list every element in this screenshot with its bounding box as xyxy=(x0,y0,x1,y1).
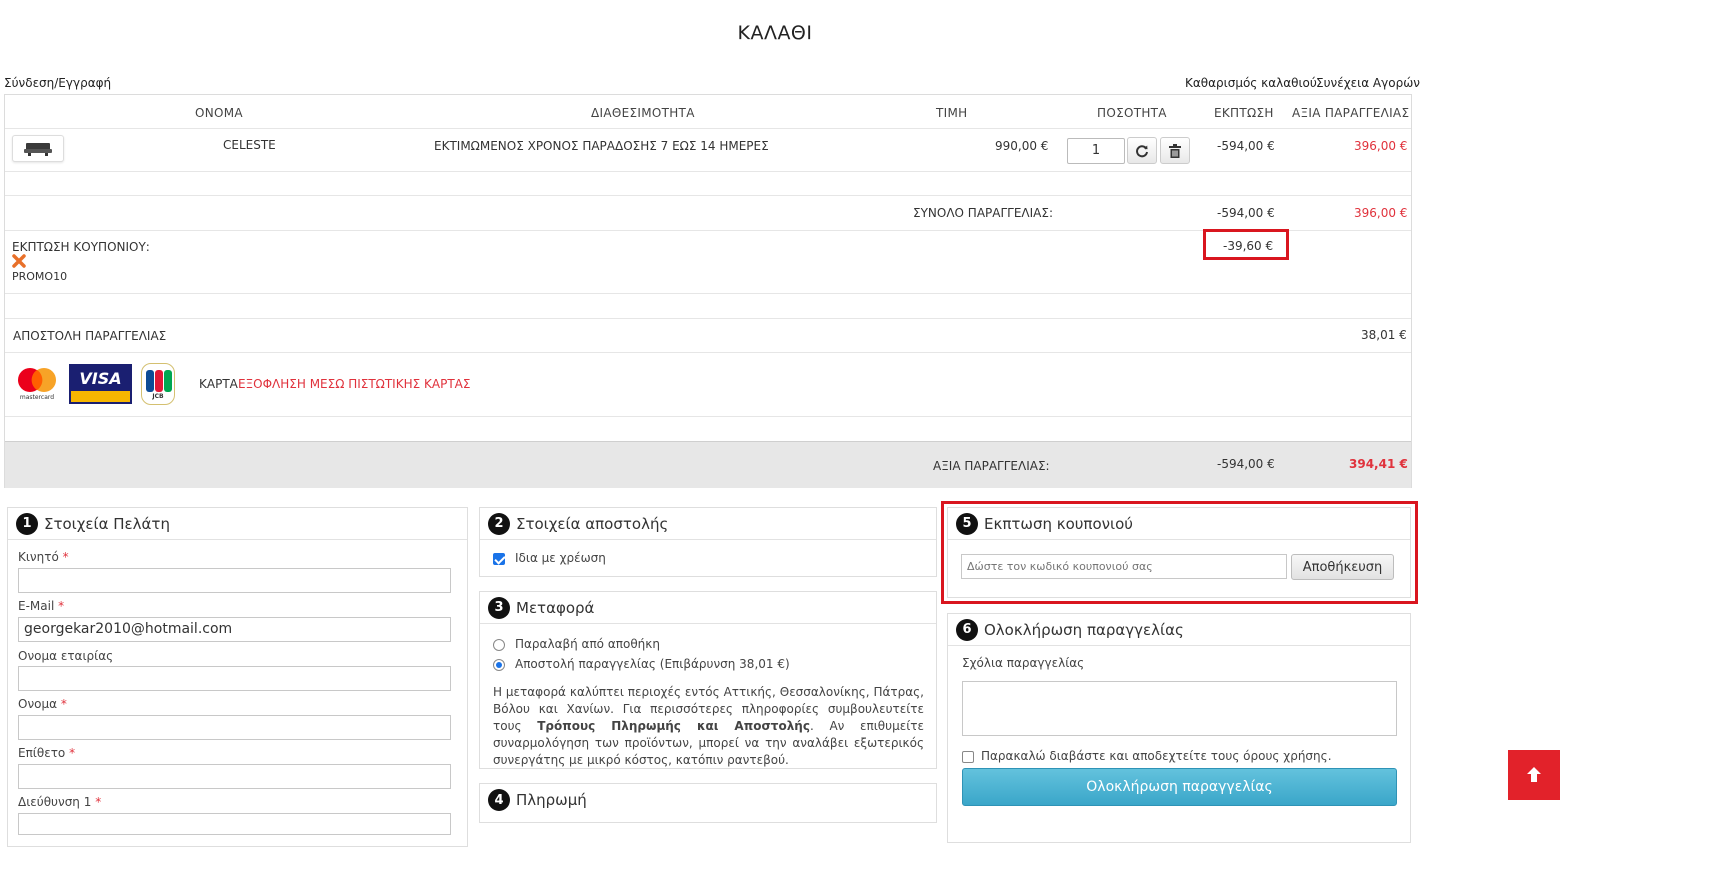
item-price: 990,00 € xyxy=(995,139,1049,153)
payment-panel: 4 Πληρωμή xyxy=(479,783,937,823)
close-icon xyxy=(12,254,26,268)
header-quantity: ΠΟΣΟΤΗΤΑ xyxy=(1097,106,1167,120)
step-number: 3 xyxy=(488,596,510,619)
mobile-label: Κινητό * xyxy=(18,550,69,564)
step-number: 1 xyxy=(16,512,38,535)
transport-header: 3 Μεταφορά xyxy=(480,592,936,624)
last-name-label: Επίθετο * xyxy=(18,746,76,760)
coupon-code-input[interactable] xyxy=(961,554,1287,579)
complete-order-header: 6 Ολοκλήρωση παραγγελίας xyxy=(948,614,1410,646)
address1-field[interactable] xyxy=(18,813,451,835)
coupon-discount-label: ΕΚΠΤΩΣΗ ΚΟΥΠΟΝΙΟΥ: xyxy=(12,240,150,254)
payment-header: 4 Πληρωμή xyxy=(480,784,936,816)
step-number: 4 xyxy=(488,789,510,811)
complete-order-button[interactable]: Ολοκλήρωση παραγγελίας xyxy=(962,768,1397,806)
item-value: 396,00 € xyxy=(1354,139,1408,153)
terms-label[interactable]: Παρακαλώ διαβάστε και αποδεχτείτε τους ό… xyxy=(981,749,1332,763)
quantity-input[interactable]: 1 xyxy=(1067,138,1125,164)
customer-details-panel: 1 Στοιχεία Πελάτη Κινητό * E-Mail * geor… xyxy=(7,507,468,847)
customer-details-header: 1 Στοιχεία Πελάτη xyxy=(8,508,467,540)
refresh-icon xyxy=(1136,144,1148,157)
page-title: ΚΑΛΑΘΙ xyxy=(737,22,813,44)
terms-checkbox[interactable] xyxy=(962,751,974,763)
step-number: 2 xyxy=(488,512,510,535)
remove-coupon-button[interactable] xyxy=(12,254,26,271)
shipping-details-header: 2 Στοιχεία αποστολής xyxy=(480,508,936,540)
mastercard-text: mastercard xyxy=(19,394,55,401)
item-availability: ΕΚΤΙΜΩΜΕΝΟΣ ΧΡΟΝΟΣ ΠΑΡΑΔΟΣΗΣ 7 ΕΩΣ 14 ΗΜ… xyxy=(434,139,769,153)
transport-info: Η μεταφορά καλύπτει περιοχές εντός Αττικ… xyxy=(493,685,924,767)
header-order-value: ΑΞΙΑ ΠΑΡΑΓΓΕΛΙΑΣ xyxy=(1292,106,1410,120)
order-total-row: ΑΞΙΑ ΠΑΡΑΓΓΕΛΙΑΣ: -594,00 € 394,41 € xyxy=(5,441,1411,488)
shipping-value: 38,01 € xyxy=(1361,328,1407,342)
first-name-field[interactable] xyxy=(18,715,451,740)
delivery-radio[interactable] xyxy=(493,659,505,671)
first-name-label: Ονομα * xyxy=(18,697,67,711)
delivery-label[interactable]: Αποστολή παραγγελίας (Επιβάρυνση 38,01 €… xyxy=(515,657,790,671)
refresh-quantity-button[interactable] xyxy=(1127,137,1157,164)
transport-title: Μεταφορά xyxy=(516,598,595,617)
mastercard-logo: mastercard xyxy=(15,365,59,403)
product-thumbnail[interactable] xyxy=(12,135,64,162)
coupon-save-button[interactable]: Αποθήκευση xyxy=(1291,554,1394,580)
product-image-icon xyxy=(24,142,52,156)
same-as-billing-label[interactable]: Ιδια με χρέωση xyxy=(515,551,606,565)
total-value: 394,41 € xyxy=(1349,457,1408,471)
header-availability: ΔΙΑΘΕΣΙΜΟΤΗΤΑ xyxy=(591,106,695,120)
visa-logo: VISA xyxy=(69,364,132,404)
subtotal-discount: -594,00 € xyxy=(1217,206,1275,220)
pickup-radio[interactable] xyxy=(493,639,505,651)
payment-title: Πληρωμή xyxy=(516,791,587,809)
payment-shipping-terms-link[interactable]: Τρόπους Πληρωμής και Αποστολής xyxy=(537,719,810,733)
company-label: Ονομα εταιρίας xyxy=(18,649,114,663)
payment-method: ΕΞΟΦΛΗΣΗ ΜΕΣΩ ΠΙΣΤΩΤΙΚΗΣ ΚΑΡΤΑΣ xyxy=(238,377,471,391)
coupon-panel: 5 Εκπτωση κουπονιού Αποθήκευση xyxy=(947,507,1411,598)
payment-label: ΚΑΡΤΑ xyxy=(199,377,238,391)
subtotal-label: ΣΥΝΟΛΟ ΠΑΡΑΓΓΕΛΙΑΣ: xyxy=(913,206,1054,220)
pickup-label[interactable]: Παραλαβή από αποθήκη xyxy=(515,637,660,651)
total-discount: -594,00 € xyxy=(1217,457,1275,471)
header-name: ΟΝΟΜΑ xyxy=(195,106,243,120)
shipping-details-panel: 2 Στοιχεία αποστολής Ιδια με χρέωση xyxy=(479,507,937,577)
comments-textarea[interactable] xyxy=(962,681,1397,736)
complete-order-panel: 6 Ολοκλήρωση παραγγελίας Σχόλια παραγγελ… xyxy=(947,613,1411,843)
clear-cart-link[interactable]: Καθαρισμός καλαθιού xyxy=(1185,76,1317,90)
transport-panel: 3 Μεταφορά Παραλαβή από αποθήκη Αποστολή… xyxy=(479,591,937,769)
comments-label: Σχόλια παραγγελίας xyxy=(962,656,1085,670)
address1-label: Διεύθυνση 1 * xyxy=(18,795,102,809)
subtotal-value: 396,00 € xyxy=(1354,206,1408,220)
shipping-details-title: Στοιχεία αποστολής xyxy=(516,514,669,533)
visa-text: VISA xyxy=(71,366,130,391)
same-as-billing-checkbox[interactable] xyxy=(493,553,505,565)
customer-details-title: Στοιχεία Πελάτη xyxy=(44,514,170,533)
coupon-header: 5 Εκπτωση κουπονιού xyxy=(948,508,1410,540)
header-discount: ΕΚΠΤΩΣΗ xyxy=(1214,106,1274,120)
header-price: ΤΙΜΗ xyxy=(936,106,968,120)
shipping-label: ΑΠΟΣΤΟΛΗ ΠΑΡΑΓΓΕΛΙΑΣ xyxy=(13,329,167,343)
complete-order-title: Ολοκλήρωση παραγγελίας xyxy=(984,620,1184,639)
trash-icon xyxy=(1169,143,1181,158)
continue-shopping-link[interactable]: Συνέχεια Αγορών xyxy=(1316,76,1420,90)
step-number: 6 xyxy=(956,618,978,641)
mobile-field[interactable] xyxy=(18,568,451,593)
step-number: 5 xyxy=(956,512,978,535)
arrow-up-icon xyxy=(1527,767,1541,782)
item-discount: -594,00 € xyxy=(1217,139,1275,153)
jcb-logo: JCB xyxy=(141,363,175,405)
remove-item-button[interactable] xyxy=(1160,137,1190,164)
item-name[interactable]: CELESTE xyxy=(223,138,276,152)
login-link[interactable]: Σύνδεση/Εγγραφή xyxy=(4,76,111,90)
last-name-field[interactable] xyxy=(18,764,451,789)
jcb-text: JCB xyxy=(152,393,164,400)
coupon-code: PROMO10 xyxy=(12,270,68,283)
total-label: ΑΞΙΑ ΠΑΡΑΓΓΕΛΙΑΣ: xyxy=(933,459,1050,473)
coupon-title: Εκπτωση κουπονιού xyxy=(984,514,1133,533)
scroll-to-top-button[interactable] xyxy=(1508,750,1560,800)
company-field[interactable] xyxy=(18,666,451,691)
coupon-discount-value: -39,60 € xyxy=(1223,239,1274,253)
email-label: E-Mail * xyxy=(18,599,65,613)
email-field[interactable]: georgekar2010@hotmail.com xyxy=(18,617,451,642)
cart-table: ΟΝΟΜΑ ΔΙΑΘΕΣΙΜΟΤΗΤΑ ΤΙΜΗ ΠΟΣΟΤΗΤΑ ΕΚΠΤΩΣ… xyxy=(4,94,1412,488)
